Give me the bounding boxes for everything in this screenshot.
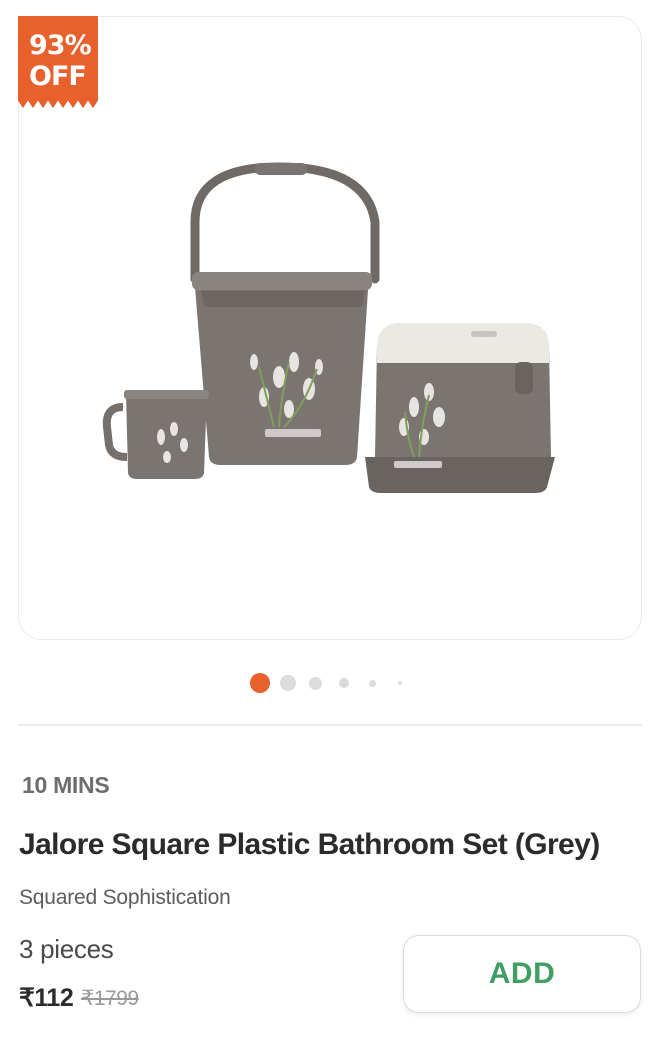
- original-price: ₹1799: [81, 987, 139, 1010]
- discount-percent: 93%: [29, 30, 92, 61]
- section-divider: [18, 724, 642, 726]
- delivery-eta: 10 MINS: [22, 772, 110, 798]
- discount-off-label: OFF: [29, 61, 87, 92]
- carousel-dot-4[interactable]: [339, 678, 349, 688]
- carousel-dot-1[interactable]: [250, 673, 270, 693]
- carousel-dot-6[interactable]: [398, 681, 402, 685]
- product-image-card[interactable]: [18, 16, 642, 640]
- selling-price: ₹112: [19, 984, 74, 1012]
- image-carousel-dots: [0, 672, 666, 693]
- product-quantity: 3 pieces: [19, 934, 114, 964]
- product-subtitle: Squared Sophistication: [19, 886, 231, 909]
- add-to-cart-button[interactable]: ADD: [403, 935, 641, 1013]
- product-title: Jalore Square Plastic Bathroom Set (Grey…: [19, 828, 600, 861]
- discount-badge: 93% OFF: [18, 16, 98, 109]
- bathroom-set-image: [102, 162, 555, 493]
- carousel-dot-5[interactable]: [369, 680, 376, 687]
- carousel-dot-2[interactable]: [280, 675, 296, 691]
- carousel-dot-3[interactable]: [309, 677, 322, 690]
